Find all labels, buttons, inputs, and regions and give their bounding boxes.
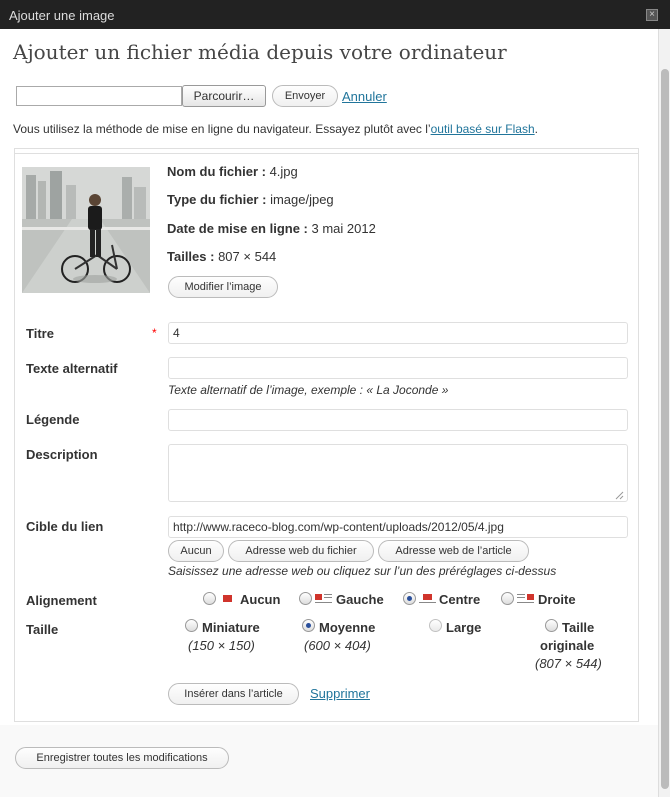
align-right-radio[interactable] bbox=[501, 592, 514, 605]
caption-input[interactable] bbox=[168, 409, 628, 431]
upload-date-label: Date de mise en ligne : bbox=[167, 221, 308, 236]
link-target-label: Cible du lien bbox=[26, 519, 104, 534]
resize-handle-icon[interactable] bbox=[614, 488, 624, 500]
size-thumbnail-dims: (150 × 150) bbox=[188, 638, 255, 653]
align-left-radio[interactable] bbox=[299, 592, 312, 605]
title-input[interactable]: 4 bbox=[168, 322, 628, 344]
size-full-dims: (807 × 544) bbox=[535, 656, 602, 671]
delete-link[interactable]: Supprimer bbox=[310, 686, 370, 701]
image-thumbnail bbox=[22, 167, 150, 293]
align-left-label[interactable]: Gauche bbox=[336, 592, 384, 607]
upload-send-button[interactable]: Envoyer bbox=[272, 85, 338, 107]
title-label: Titre bbox=[26, 326, 54, 341]
size-thumbnail-label[interactable]: Miniature bbox=[202, 620, 260, 635]
link-post-url-button[interactable]: Adresse web de l’article bbox=[378, 540, 529, 562]
align-right-label[interactable]: Droite bbox=[538, 592, 576, 607]
browse-button[interactable]: Parcourir… bbox=[182, 85, 266, 107]
size-medium-radio[interactable] bbox=[302, 619, 315, 632]
file-type-row: Type du fichier : image/jpeg bbox=[167, 192, 334, 207]
dimensions-label: Tailles : bbox=[167, 249, 215, 264]
size-full-label-line1[interactable]: Taille bbox=[562, 620, 594, 635]
link-url-input[interactable]: http://www.raceco-blog.com/wp-content/up… bbox=[168, 516, 628, 538]
flash-uploader-link[interactable]: outil basé sur Flash bbox=[431, 122, 535, 136]
dialog-titlebar: Ajouter une image × bbox=[0, 0, 670, 29]
dialog-title: Ajouter une image bbox=[9, 8, 115, 23]
required-marker: * bbox=[152, 326, 157, 340]
size-large-label[interactable]: Large bbox=[446, 620, 481, 635]
align-right-icon bbox=[517, 594, 534, 603]
page-title: Ajouter un fichier média depuis votre or… bbox=[13, 40, 507, 64]
align-left-icon bbox=[315, 594, 332, 603]
align-center-radio[interactable] bbox=[403, 592, 416, 605]
file-name-value: 4.jpg bbox=[269, 164, 298, 179]
save-all-changes-button[interactable]: Enregistrer toutes les modifications bbox=[15, 747, 229, 769]
close-icon[interactable]: × bbox=[646, 9, 658, 21]
link-hint: Saisissez une adresse web ou cliquez sur… bbox=[168, 564, 557, 578]
upload-date-row: Date de mise en ligne : 3 mai 2012 bbox=[167, 221, 376, 236]
description-label: Description bbox=[26, 447, 98, 462]
size-full-radio[interactable] bbox=[545, 619, 558, 632]
size-full-label-line2[interactable]: originale bbox=[540, 638, 594, 653]
panel-divider bbox=[15, 153, 638, 154]
size-thumbnail-radio[interactable] bbox=[185, 619, 198, 632]
upload-date-value: 3 mai 2012 bbox=[311, 221, 376, 236]
file-name-label: Nom du fichier : bbox=[167, 164, 266, 179]
dimensions-value: 807 × 544 bbox=[218, 249, 277, 264]
alt-text-hint: Texte alternatif de l’image, exemple : «… bbox=[168, 383, 449, 397]
link-none-button[interactable]: Aucun bbox=[168, 540, 224, 562]
size-large-radio[interactable] bbox=[429, 619, 442, 632]
alt-text-input[interactable] bbox=[168, 357, 628, 379]
file-type-value: image/jpeg bbox=[270, 192, 334, 207]
edit-image-button[interactable]: Modifier l’image bbox=[168, 276, 278, 298]
scrollbar[interactable] bbox=[658, 29, 670, 797]
size-medium-dims: (600 × 404) bbox=[304, 638, 371, 653]
align-none-radio[interactable] bbox=[203, 592, 216, 605]
link-file-url-button[interactable]: Adresse web du fichier bbox=[228, 540, 374, 562]
alt-text-label: Texte alternatif bbox=[26, 361, 118, 376]
browser-uploader-notice: Vous utilisez la méthode de mise en lign… bbox=[13, 122, 538, 136]
insert-into-post-button[interactable]: Insérer dans l’article bbox=[168, 683, 299, 705]
notice-suffix: . bbox=[534, 122, 538, 136]
description-textarea[interactable] bbox=[168, 444, 628, 502]
alignment-label: Alignement bbox=[26, 593, 97, 608]
dimensions-row: Tailles : 807 × 544 bbox=[167, 249, 276, 264]
scrollbar-thumb[interactable] bbox=[661, 69, 669, 789]
file-path-input[interactable] bbox=[16, 86, 182, 106]
align-none-icon bbox=[223, 595, 232, 602]
file-type-label: Type du fichier : bbox=[167, 192, 267, 207]
size-medium-label[interactable]: Moyenne bbox=[319, 620, 375, 635]
align-none-label[interactable]: Aucun bbox=[240, 592, 280, 607]
notice-text: Vous utilisez la méthode de mise en lign… bbox=[13, 122, 431, 136]
upload-cancel-link[interactable]: Annuler bbox=[342, 89, 387, 104]
align-center-label[interactable]: Centre bbox=[439, 592, 480, 607]
caption-label: Légende bbox=[26, 412, 80, 427]
file-name-row: Nom du fichier : 4.jpg bbox=[167, 164, 298, 179]
size-label: Taille bbox=[26, 622, 59, 637]
align-center-icon bbox=[419, 594, 436, 603]
